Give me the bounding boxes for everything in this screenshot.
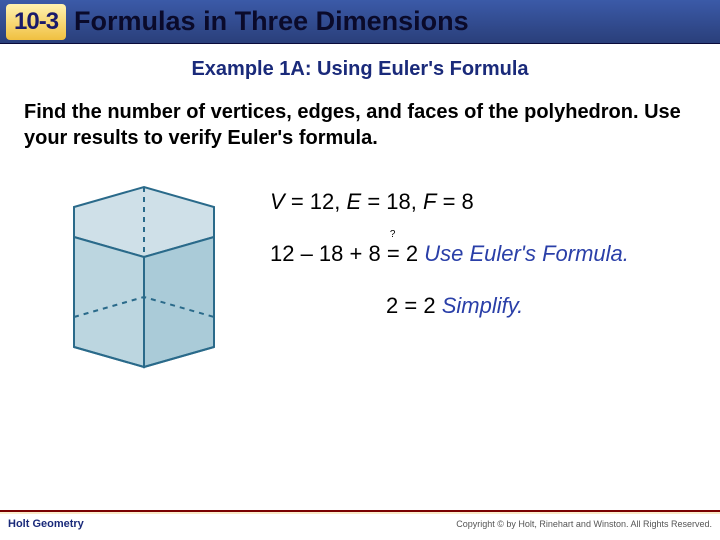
euler-rhs: 2 <box>406 241 418 266</box>
simplify-row: 2 = 2 Simplify. <box>270 293 629 319</box>
equations-block: V = 12, E = 18, F = 8 12 – 18 + 8 ? = 2 … <box>270 189 629 345</box>
header-bar: 10-3 Formulas in Three Dimensions <box>0 0 720 44</box>
equals-sign: = <box>387 241 400 266</box>
section-badge: 10-3 <box>6 4 66 40</box>
question-equals: ? = <box>387 241 400 267</box>
header-title: Formulas in Three Dimensions <box>74 6 469 37</box>
simplify-eq: = <box>404 293 417 318</box>
E-label: E <box>347 189 362 214</box>
E-value: 18 <box>386 189 410 214</box>
simplify-lhs: 2 <box>386 293 398 318</box>
simplify-rhs: 2 <box>423 293 435 318</box>
values-row: V = 12, E = 18, F = 8 <box>270 189 629 215</box>
F-value: 8 <box>462 189 474 214</box>
euler-expression: 12 – 18 + 8 <box>270 241 381 266</box>
V-value: 12 <box>310 189 334 214</box>
V-label: V <box>270 189 285 214</box>
euler-note: Use Euler's Formula. <box>424 241 629 266</box>
footer-copyright: Copyright © by Holt, Rinehart and Winsto… <box>456 519 712 529</box>
F-label: F <box>423 189 436 214</box>
simplify-note: Simplify. <box>442 293 524 318</box>
footer: Holt Geometry Copyright © by Holt, Rineh… <box>0 510 720 534</box>
question-mark: ? <box>390 229 396 240</box>
footer-brand: Holt Geometry <box>8 518 84 530</box>
problem-prompt: Find the number of vertices, edges, and … <box>0 81 720 159</box>
hexagonal-prism-figure <box>24 167 244 387</box>
example-subtitle: Example 1A: Using Euler's Formula <box>0 58 720 81</box>
euler-substitution-row: 12 – 18 + 8 ? = 2 Use Euler's Formula. <box>270 241 629 267</box>
